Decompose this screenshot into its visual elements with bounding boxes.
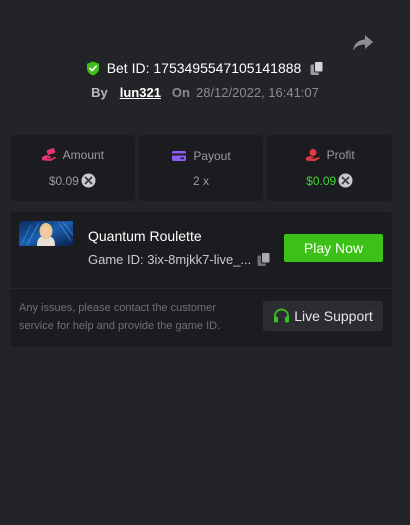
shield-check-icon [86,61,99,75]
live-support-label: Live Support [294,308,373,324]
payout-value: 2 x [193,173,210,188]
profit-label: Profit [326,148,355,162]
username-link[interactable]: lun321 [120,85,161,100]
live-support-button[interactable]: Live Support [263,301,383,331]
on-label: On [171,85,190,100]
profit-stat: Profit $0.09 [267,135,393,201]
bet-id-row: Bet ID: 1753495547105141888 [0,60,410,76]
profit-icon [305,149,320,162]
coin-icon [81,173,96,188]
support-help-text: Any issues, please contact the customer … [19,302,221,332]
game-title: Quantum Roulette [88,228,202,244]
game-thumbnail[interactable] [19,221,73,246]
copy-icon[interactable] [310,60,324,76]
payout-label: Payout [193,148,231,163]
amount-label: Amount [62,148,105,162]
game-id-row: Game ID: 3ix-8mjkk7-live_... [88,252,271,267]
headset-icon [274,308,290,323]
bet-datetime: 28/12/2022, 16:41:07 [195,85,319,100]
coin-icon [338,173,353,188]
bet-id: Bet ID: 1753495547105141888 [106,60,302,76]
author-row: By lun321 On 28/12/2022, 16:41:07 [0,85,410,100]
game-card: Quantum Roulette Game ID: 3ix-8mjkk7-liv… [10,212,392,347]
divider [10,288,392,289]
bet-detail-page: Bet ID: 1753495547105141888 By lun321 On… [0,0,410,525]
play-now-button[interactable]: Play Now [284,234,383,262]
by-label: By [91,85,108,100]
share-icon[interactable] [352,33,374,53]
amount-icon [41,148,56,161]
profit-value: $0.09 [306,173,337,188]
bet-stats: Amount $0.09 Payout 2 x Profit $0.09 [10,135,393,201]
payout-stat: Payout 2 x [138,135,264,201]
amount-value: $0.09 [48,173,79,188]
game-id: Game ID: 3ix-8mjkk7-live_... [88,252,252,267]
payout-icon [172,150,187,161]
copy-icon[interactable] [257,252,271,267]
amount-stat: Amount $0.09 [10,135,135,201]
